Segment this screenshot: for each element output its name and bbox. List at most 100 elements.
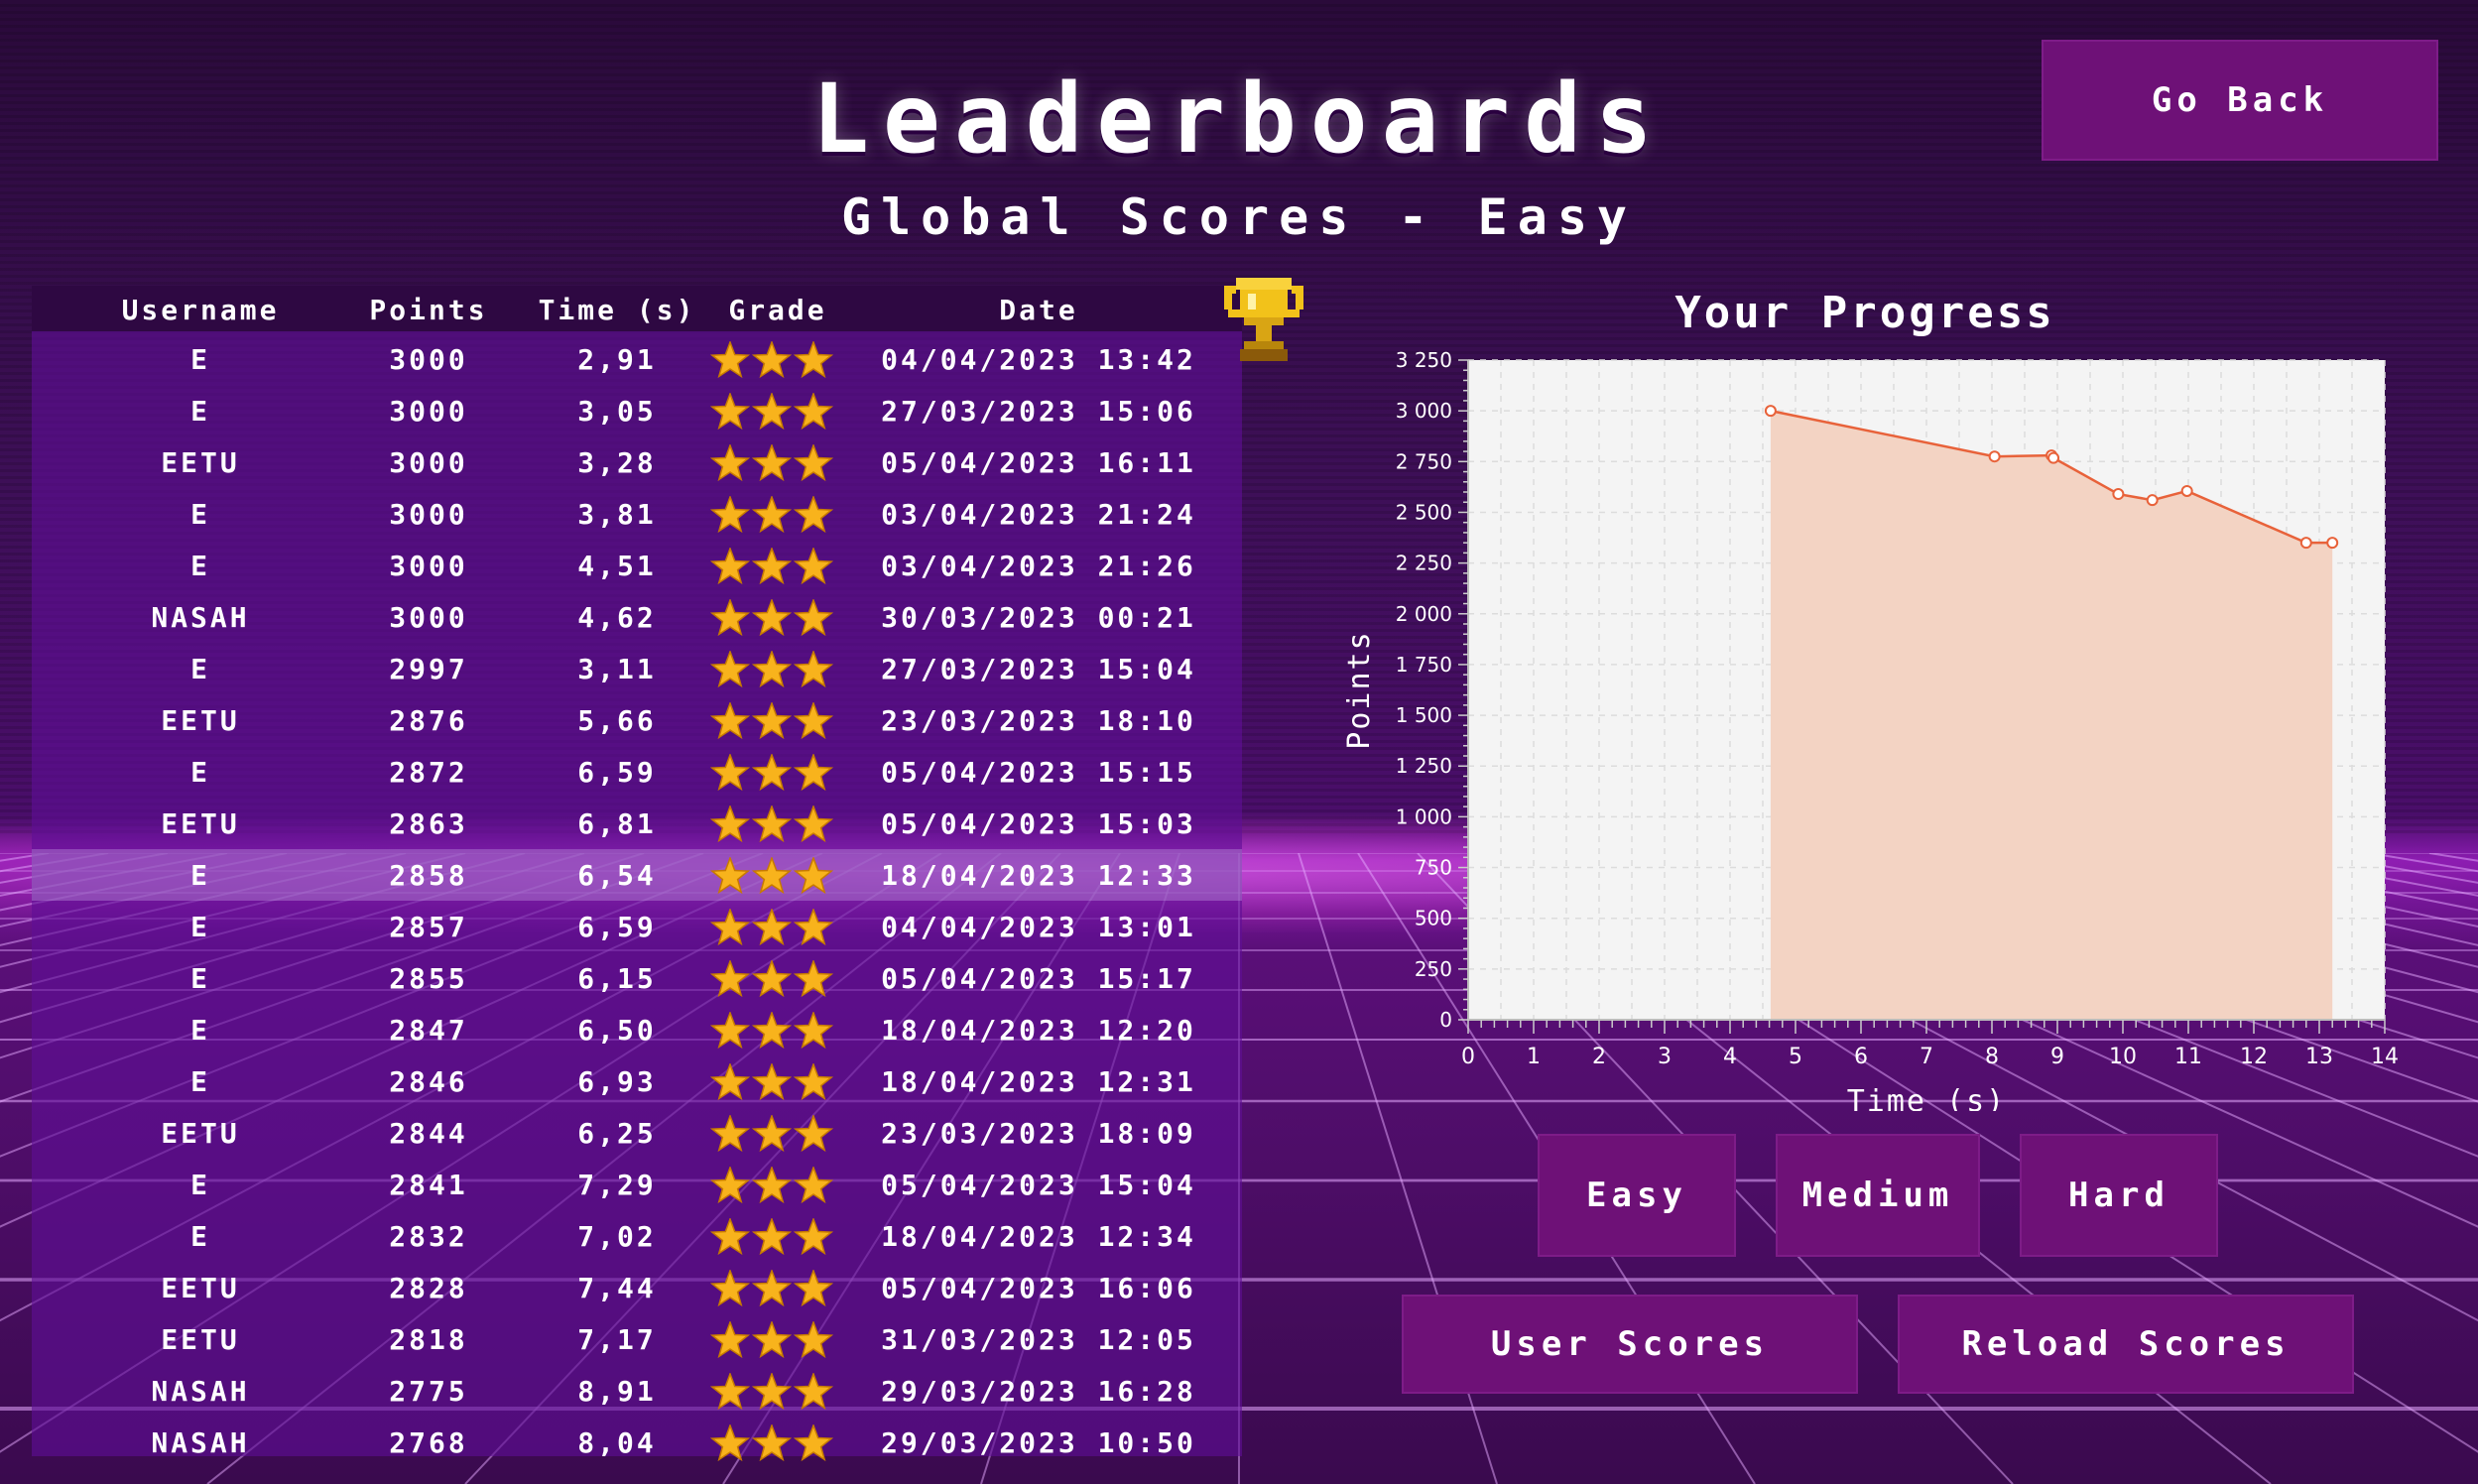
row-username: EETU (161, 1117, 240, 1150)
star-icon (751, 444, 793, 482)
row-points: 3000 (389, 343, 468, 376)
star-icon (751, 805, 793, 843)
star-icon (793, 805, 834, 843)
easy-button[interactable]: Easy (1538, 1134, 1736, 1257)
x-tick-label: 1 (1527, 1045, 1541, 1069)
star-icon (709, 599, 751, 637)
header-points: Points (369, 294, 488, 326)
hard-button[interactable]: Hard (2020, 1134, 2218, 1257)
data-point (2299, 537, 2312, 550)
star-icon (793, 1270, 834, 1307)
grade-stars (709, 599, 834, 637)
star-icon (751, 909, 793, 946)
row-time: 4,62 (577, 601, 657, 634)
star-icon (709, 548, 751, 585)
row-points: 2847 (389, 1014, 468, 1047)
table-row: E 2858 6,54 18/04/2023 12:33 (32, 849, 1242, 901)
row-time: 6,15 (577, 962, 657, 995)
reload-scores-button[interactable]: Reload Scores (1898, 1295, 2354, 1394)
grade-stars (709, 1063, 834, 1101)
grade-stars (709, 1218, 834, 1256)
row-time: 6,50 (577, 1014, 657, 1047)
row-points: 3000 (389, 446, 468, 479)
go-back-button[interactable]: Go Back (2042, 40, 2438, 161)
row-username: E (190, 911, 210, 943)
grade-stars (709, 1321, 834, 1359)
grade-stars (709, 805, 834, 843)
star-icon (709, 1373, 751, 1411)
row-points: 2876 (389, 704, 468, 737)
star-icon (751, 702, 793, 740)
row-time: 7,02 (577, 1220, 657, 1253)
row-username: NASAH (151, 1375, 250, 1408)
row-points: 3000 (389, 601, 468, 634)
row-username: EETU (161, 1323, 240, 1356)
star-icon (751, 857, 793, 895)
star-icon (709, 1063, 751, 1101)
row-time: 6,93 (577, 1065, 657, 1098)
row-points: 2855 (389, 962, 468, 995)
y-tick-label: 1 250 (1396, 754, 1452, 778)
row-username: E (190, 498, 210, 531)
progress-chart: 02505007501 0001 2501 5001 7502 0002 250… (1342, 348, 2399, 1111)
grade-stars (709, 393, 834, 431)
star-icon (793, 1373, 834, 1411)
row-time: 4,51 (577, 550, 657, 582)
y-tick-label: 750 (1415, 856, 1452, 880)
row-points: 2858 (389, 859, 468, 892)
table-row: EETU 2844 6,25 23/03/2023 18:09 (32, 1107, 1242, 1159)
row-username: E (190, 962, 210, 995)
star-icon (793, 1167, 834, 1204)
row-date: 05/04/2023 15:04 (881, 1169, 1196, 1201)
star-icon (709, 341, 751, 379)
row-points: 2818 (389, 1323, 468, 1356)
row-time: 6,59 (577, 756, 657, 789)
row-date: 05/04/2023 15:03 (881, 807, 1196, 840)
header-date: Date (999, 294, 1078, 326)
star-icon (709, 1270, 751, 1307)
user-scores-button[interactable]: User Scores (1402, 1295, 1858, 1394)
x-tick-label: 9 (2050, 1045, 2064, 1069)
star-icon (793, 444, 834, 482)
row-date: 05/04/2023 16:06 (881, 1272, 1196, 1304)
row-time: 3,11 (577, 653, 657, 685)
x-tick-label: 6 (1854, 1045, 1868, 1069)
star-icon (709, 393, 751, 431)
row-points: 2857 (389, 911, 468, 943)
table-row: NASAH 3000 4,62 30/03/2023 00:21 (32, 591, 1242, 643)
table-row: EETU 2876 5,66 23/03/2023 18:10 (32, 694, 1242, 746)
table-row: EETU 2828 7,44 05/04/2023 16:06 (32, 1262, 1242, 1313)
star-icon (751, 1167, 793, 1204)
table-row: E 3000 4,51 03/04/2023 21:26 (32, 540, 1242, 591)
data-point (2112, 488, 2125, 501)
star-icon (709, 1321, 751, 1359)
star-icon (751, 599, 793, 637)
grade-stars (709, 496, 834, 534)
row-date: 03/04/2023 21:26 (881, 550, 1196, 582)
row-username: E (190, 343, 210, 376)
row-time: 5,66 (577, 704, 657, 737)
star-icon (709, 651, 751, 688)
table-row: E 3000 3,05 27/03/2023 15:06 (32, 385, 1242, 436)
row-points: 2768 (389, 1426, 468, 1459)
medium-button[interactable]: Medium (1776, 1134, 1980, 1257)
row-points: 2872 (389, 756, 468, 789)
row-time: 6,25 (577, 1117, 657, 1150)
grade-stars (709, 909, 834, 946)
row-points: 3000 (389, 395, 468, 428)
star-icon (751, 1424, 793, 1462)
star-icon (751, 960, 793, 998)
star-icon (751, 1373, 793, 1411)
data-point (2180, 484, 2193, 497)
y-axis-label: Points (1342, 630, 1377, 749)
star-icon (751, 1218, 793, 1256)
page-subtitle: Global Scores - Easy (840, 188, 1638, 246)
row-username: E (190, 550, 210, 582)
star-icon (709, 1115, 751, 1153)
y-tick-label: 1 500 (1396, 703, 1452, 727)
y-tick-label: 500 (1415, 907, 1452, 930)
star-icon (793, 909, 834, 946)
y-tick-label: 2 000 (1396, 602, 1452, 626)
row-time: 7,17 (577, 1323, 657, 1356)
x-tick-label: 7 (1920, 1045, 1933, 1069)
